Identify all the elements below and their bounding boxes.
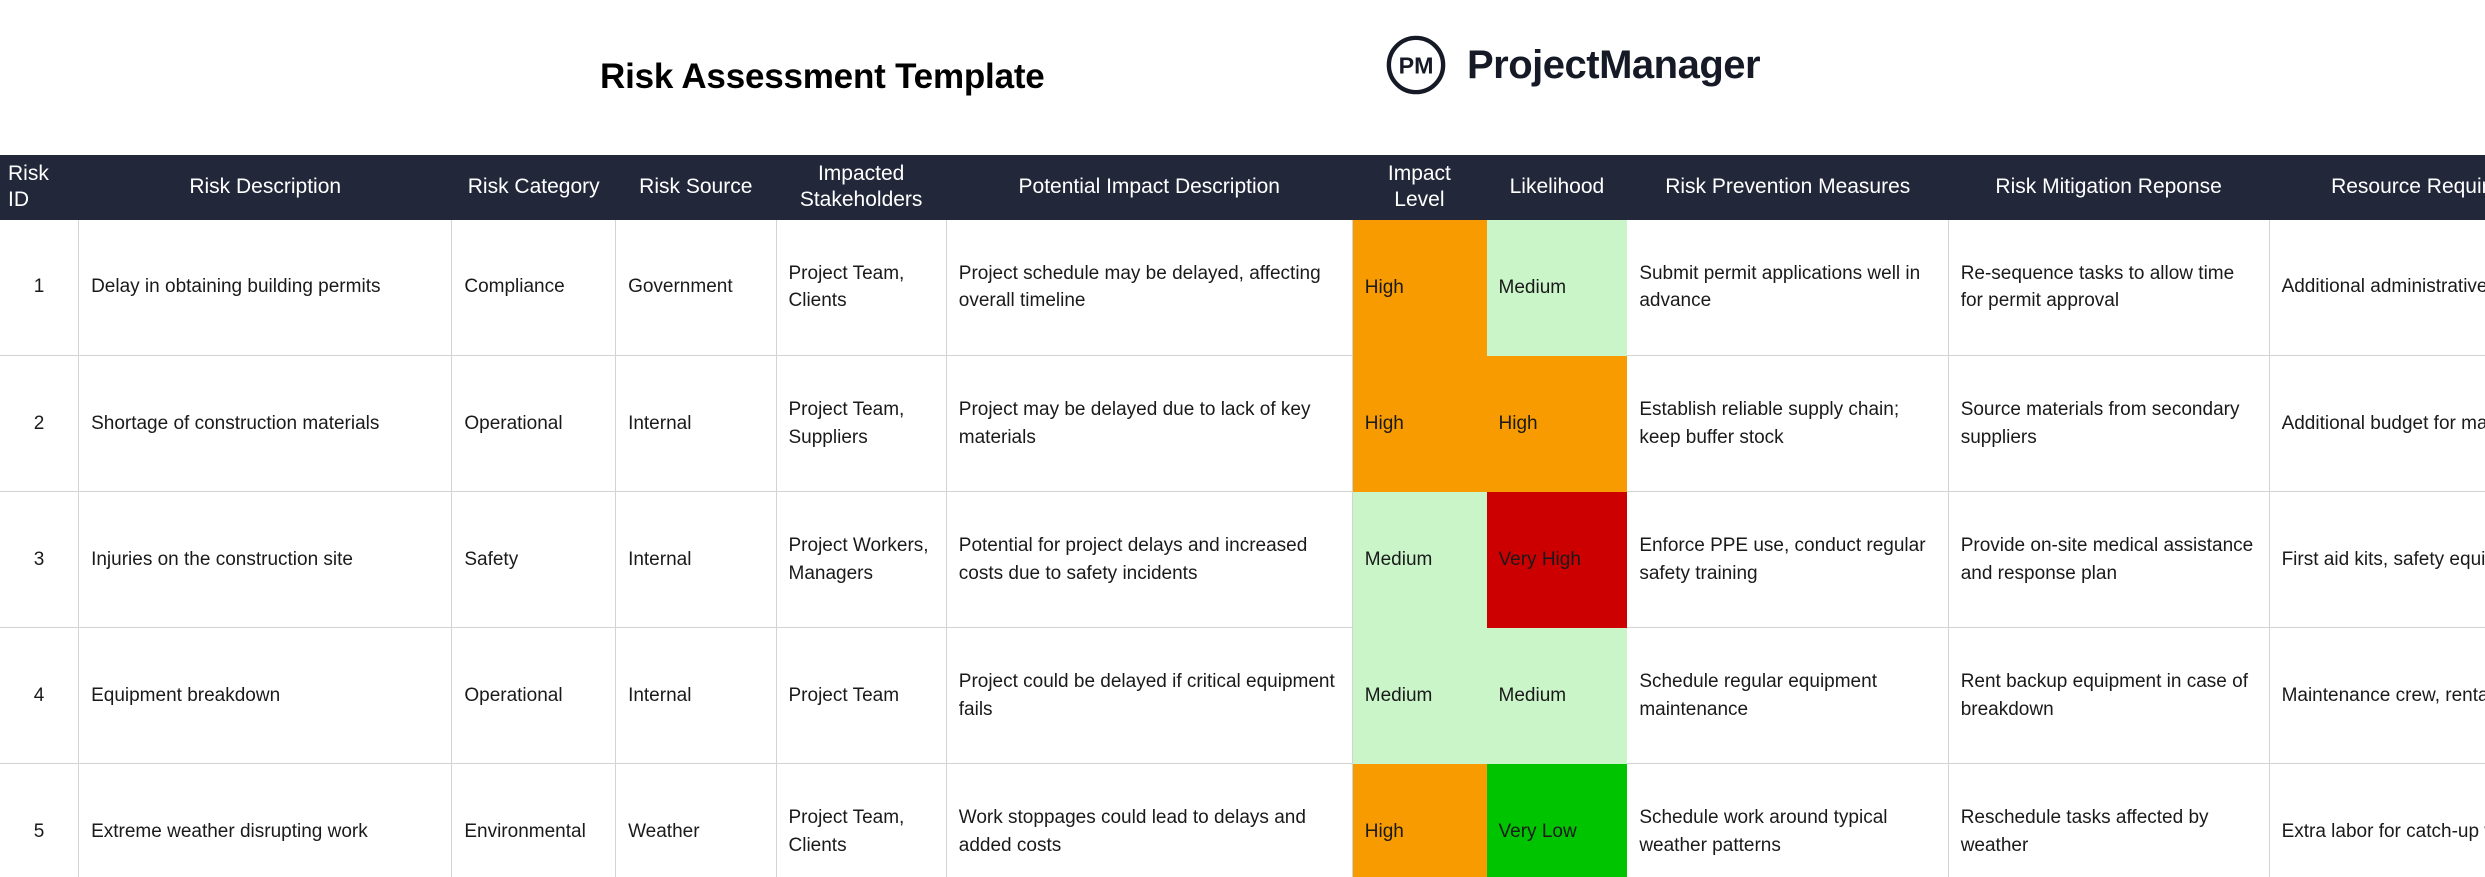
cell-risk-mitigation-reponse: Provide on-site medical assistance and r… [1948, 491, 2270, 628]
cell-risk-id: 1 [0, 219, 80, 356]
table-row: 4 Equipment breakdown Operational Internal P… [0, 627, 2485, 764]
cell-likelihood: Medium [1486, 627, 1628, 764]
table-header-row: Risk ID Risk Description Risk Category R… [0, 155, 2485, 220]
cell-impact-level: Medium [1352, 627, 1487, 764]
cell-risk-id: 3 [0, 491, 80, 628]
svg-text:PM: PM [1399, 53, 1434, 79]
cell-risk-mitigation-reponse: Source materials from secondary supplier… [1948, 355, 2270, 492]
cell-resource-requirements: Extra labor for catch-up work [2269, 763, 2485, 877]
cell-risk-prevention-measures: Schedule regular equipment maintenance [1627, 627, 1949, 764]
cell-impacted-stakeholders: Project Team, Suppliers [776, 355, 947, 492]
document-header: Risk Assessment Template PM ProjectManag… [0, 0, 2485, 155]
cell-risk-source: Government [615, 219, 777, 356]
cell-impacted-stakeholders: Project Team, Clients [776, 219, 947, 356]
cell-risk-id: 5 [0, 763, 80, 877]
column-header-potential-impact-description: Potential Impact Description [946, 155, 1353, 220]
cell-risk-prevention-measures: Enforce PPE use, conduct regular safety … [1627, 491, 1949, 628]
cell-likelihood: Very High [1486, 491, 1628, 628]
cell-risk-source: Weather [615, 763, 777, 877]
brand-logo: PM ProjectManager [1385, 34, 1761, 96]
cell-potential-impact-description: Project schedule may be delayed, affecti… [946, 219, 1353, 356]
cell-risk-source: Internal [615, 355, 777, 492]
cell-risk-mitigation-reponse: Re-sequence tasks to allow time for perm… [1948, 219, 2270, 356]
brand-name: ProjectManager [1467, 42, 1761, 87]
cell-risk-category: Operational [451, 355, 617, 492]
cell-impact-level: High [1352, 219, 1487, 356]
projectmanager-logo-icon: PM [1386, 35, 1446, 95]
cell-risk-category: Operational [451, 627, 617, 764]
risk-table-body: 1 Delay in obtaining building permits Comp… [0, 219, 2485, 877]
column-header-resource-requirements: Resource Requirements [2269, 155, 2485, 220]
table-row: 1 Delay in obtaining building permits Comp… [0, 219, 2485, 356]
column-header-risk-prevention-measures: Risk Prevention Measures [1627, 155, 1949, 220]
cell-risk-prevention-measures: Establish reliable supply chain; keep bu… [1627, 355, 1949, 492]
column-header-risk-category: Risk Category [451, 155, 616, 220]
column-header-impacted-stakeholders: Impacted Stakeholders [776, 155, 947, 220]
cell-resource-requirements: First aid kits, safety equipment [2269, 491, 2485, 628]
cell-risk-id: 2 [0, 355, 80, 492]
cell-impacted-stakeholders: Project Team [776, 627, 947, 764]
column-header-risk-mitigation-reponse: Risk Mitigation Reponse [1948, 155, 2270, 220]
cell-likelihood: Very Low [1486, 763, 1628, 877]
cell-impacted-stakeholders: Project Workers, Managers [776, 491, 947, 628]
cell-risk-prevention-measures: Schedule work around typical weather pat… [1627, 763, 1949, 877]
cell-risk-id: 4 [0, 627, 80, 764]
cell-resource-requirements: Additional budget for materials [2269, 355, 2485, 492]
cell-risk-description: Equipment breakdown [78, 627, 453, 764]
column-header-likelihood: Likelihood [1486, 155, 1628, 220]
risk-assessment-table: Risk ID Risk Description Risk Category R… [0, 155, 2485, 877]
column-header-risk-id: Risk ID [0, 155, 79, 220]
page-title: Risk Assessment Template [600, 57, 1045, 96]
cell-potential-impact-description: Work stoppages could lead to delays and … [946, 763, 1353, 877]
cell-likelihood: Medium [1486, 219, 1628, 356]
cell-potential-impact-description: Project may be delayed due to lack of ke… [946, 355, 1353, 492]
cell-impact-level: Medium [1352, 491, 1487, 628]
cell-potential-impact-description: Project could be delayed if critical equ… [946, 627, 1353, 764]
table-row: 3 Injuries on the construction site Safety… [0, 491, 2485, 628]
cell-risk-description: Delay in obtaining building permits [78, 219, 453, 356]
risk-table-container: Risk ID Risk Description Risk Category R… [0, 155, 2485, 877]
cell-resource-requirements: Maintenance crew, rental contract [2269, 627, 2485, 764]
cell-potential-impact-description: Potential for project delays and increas… [946, 491, 1353, 628]
cell-risk-description: Extreme weather disrupting work [78, 763, 453, 877]
table-row: 5 Extreme weather disrupting work Environm… [0, 763, 2485, 877]
cell-risk-source: Internal [615, 627, 777, 764]
cell-risk-category: Environmental [451, 763, 617, 877]
cell-risk-description: Injuries on the construction site [78, 491, 453, 628]
column-header-risk-description: Risk Description [78, 155, 452, 220]
cell-risk-prevention-measures: Submit permit applications well in advan… [1627, 219, 1949, 356]
cell-likelihood: High [1486, 355, 1628, 492]
cell-risk-mitigation-reponse: Reschedule tasks affected by weather [1948, 763, 2270, 877]
cell-risk-description: Shortage of construction materials [78, 355, 453, 492]
cell-risk-category: Compliance [451, 219, 617, 356]
cell-resource-requirements: Additional administrative support [2269, 219, 2485, 356]
cell-impact-level: High [1352, 355, 1487, 492]
risk-assessment-page: Risk Assessment Template PM ProjectManag… [0, 0, 2485, 877]
column-header-risk-source: Risk Source [615, 155, 776, 220]
cell-risk-mitigation-reponse: Rent backup equipment in case of breakdo… [1948, 627, 2270, 764]
cell-risk-source: Internal [615, 491, 777, 628]
cell-impacted-stakeholders: Project Team, Clients [776, 763, 947, 877]
table-row: 2 Shortage of construction materials Opera… [0, 355, 2485, 492]
column-header-impact-level: Impact Level [1352, 155, 1487, 220]
cell-impact-level: High [1352, 763, 1487, 877]
cell-risk-category: Safety [451, 491, 617, 628]
